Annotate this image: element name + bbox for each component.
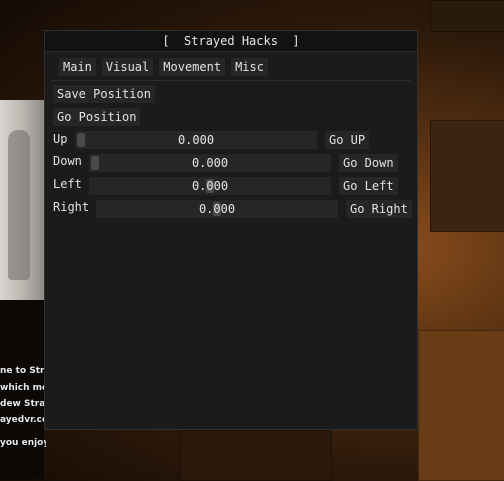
left-slider[interactable]: 0.000: [89, 177, 331, 195]
wall-tile: [430, 0, 504, 32]
up-label: Up: [53, 132, 68, 146]
go-right-button[interactable]: Go Right: [346, 200, 412, 218]
wall-tile: [180, 430, 332, 481]
divider: [51, 80, 411, 81]
game-character-figure: [0, 100, 44, 300]
save-position-button[interactable]: Save Position: [53, 85, 155, 103]
left-label: Left: [53, 177, 82, 191]
go-down-button[interactable]: Go Down: [339, 154, 398, 172]
down-label: Down: [53, 154, 82, 168]
go-left-button[interactable]: Go Left: [339, 177, 398, 195]
tab-visual[interactable]: Visual: [101, 58, 154, 76]
wall-tile: [430, 120, 504, 232]
right-value: 0.000: [198, 202, 236, 216]
chat-line: ne to Stray: [0, 366, 46, 376]
chat-line: ayedvr.com.: [0, 415, 46, 425]
down-value: 0.000: [191, 156, 229, 170]
right-slider[interactable]: 0.000: [96, 200, 338, 218]
hack-menu-window[interactable]: [ Strayed Hacks ] Main Visual Movement M…: [44, 30, 418, 430]
chat-line: which mea: [0, 383, 46, 393]
go-up-button[interactable]: Go UP: [325, 131, 370, 149]
up-slider[interactable]: 0.000: [75, 131, 317, 149]
left-value: 0.000: [191, 179, 229, 193]
window-title[interactable]: [ Strayed Hacks ]: [45, 31, 417, 52]
right-label: Right: [53, 200, 90, 214]
up-value: 0.000: [177, 133, 215, 147]
tab-movement[interactable]: Movement: [159, 58, 226, 76]
tab-misc[interactable]: Misc: [231, 58, 268, 76]
go-position-button[interactable]: Go Position: [53, 108, 141, 126]
down-slider[interactable]: 0.000: [89, 154, 331, 172]
chat-log: ne to Stray which mea dew Straye ayedvr.…: [0, 366, 46, 454]
wall-tile: [418, 330, 504, 481]
chat-line: dew Straye: [0, 399, 46, 409]
chat-line: you enjoy playing!: [0, 438, 46, 448]
tab-main[interactable]: Main: [59, 58, 96, 76]
tab-bar: Main Visual Movement Misc: [59, 58, 268, 76]
